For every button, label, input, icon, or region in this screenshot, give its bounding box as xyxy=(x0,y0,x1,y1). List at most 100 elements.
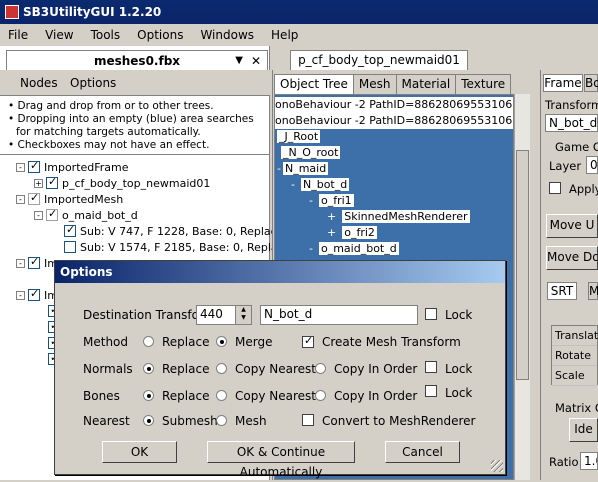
tree-node[interactable]: - o_maid_bot_d xyxy=(34,207,138,223)
pin-dropdown-icon[interactable]: ▼ xyxy=(235,55,243,66)
menu-view[interactable]: View xyxy=(45,28,73,42)
tree-node[interactable]: o_fri2 xyxy=(342,226,377,239)
destination-transform-name[interactable]: N_bot_d xyxy=(260,305,418,325)
collapse-icon[interactable]: - xyxy=(34,210,43,220)
tree-node[interactable]: o_maid_bot_d xyxy=(318,242,399,255)
convert-meshrenderer-checkbox[interactable] xyxy=(302,414,314,426)
right-document-tab[interactable]: p_cf_body_top_newmaid01 xyxy=(290,50,468,70)
tree-node-label: ImportedFrame xyxy=(44,160,129,174)
layer-input[interactable]: 0 xyxy=(586,156,598,174)
tree-checkbox[interactable] xyxy=(28,255,40,269)
collapse-icon[interactable]: - xyxy=(16,162,25,172)
tab-mesh[interactable]: Mesh xyxy=(352,74,397,94)
ok-continue-button[interactable]: OK & Continue Automatically xyxy=(207,441,355,479)
tree-node[interactable]: Sub: V 747, F 1228, Base: 0, Replace xyxy=(64,223,283,239)
collapse-icon[interactable]: - xyxy=(309,194,313,207)
move-up-button[interactable]: Move U xyxy=(546,214,598,238)
tree-scrollbar[interactable] xyxy=(514,94,530,480)
collapse-icon[interactable]: - xyxy=(16,194,25,204)
ok-button[interactable]: OK xyxy=(102,441,177,463)
collapse-icon[interactable]: - xyxy=(309,242,313,255)
grid-row-rotate[interactable]: Rotate xyxy=(552,346,597,366)
menu-windows[interactable]: Windows xyxy=(200,28,254,42)
menu-file[interactable]: File xyxy=(8,28,28,42)
nearest-label: Nearest xyxy=(83,414,130,428)
tree-node[interactable]: N_maid xyxy=(282,162,329,175)
nearest-mesh-radio[interactable] xyxy=(216,415,227,426)
tree-node[interactable]: - Im xyxy=(16,255,58,271)
menu-options[interactable]: Options xyxy=(137,28,183,42)
tab-bone[interactable]: Bo xyxy=(584,74,598,92)
identity-button[interactable]: Ide xyxy=(569,418,598,442)
cancel-button[interactable]: Cancel xyxy=(385,441,460,463)
tree-node[interactable]: _J_Root xyxy=(277,130,321,143)
collapse-icon[interactable]: - xyxy=(16,290,25,300)
create-mesh-transform-checkbox[interactable] xyxy=(302,334,314,348)
left-document-tab[interactable]: meshes0.fbx ▼ ✕ xyxy=(6,50,268,70)
tree-node[interactable]: N_bot_d xyxy=(300,178,350,191)
tab-frame[interactable]: Frame xyxy=(543,74,583,92)
tree-node[interactable]: + p_cf_body_top_newmaid01 xyxy=(34,175,210,191)
tree-checkbox[interactable] xyxy=(28,287,40,301)
apply-checkbox[interactable] xyxy=(549,182,561,194)
method-replace-radio[interactable] xyxy=(143,336,154,347)
tab-matrix[interactable]: M xyxy=(588,282,598,300)
collapse-icon[interactable]: - xyxy=(16,258,25,268)
tab-srt[interactable]: SRT xyxy=(547,282,577,300)
tab-nodes[interactable]: Nodes xyxy=(20,76,58,90)
resize-grip-icon[interactable] xyxy=(491,460,503,472)
info-line: for matching targets automatically. xyxy=(16,126,201,138)
tree-node[interactable]: onoBehaviour -2 PathID=88628069553106135… xyxy=(275,113,513,129)
tree-node[interactable]: o_fri1 xyxy=(318,194,354,207)
left-tabstrip: Nodes Options xyxy=(0,70,270,96)
tree-node[interactable]: - ImportedFrame xyxy=(16,159,129,175)
nearest-submesh-radio[interactable] xyxy=(143,415,154,426)
tree-checkbox[interactable] xyxy=(28,191,40,205)
ratio-input[interactable]: 1.0 xyxy=(580,452,598,470)
tree-node[interactable]: onoBehaviour -2 PathID=88628069553106135… xyxy=(275,97,513,113)
tree-checkbox[interactable] xyxy=(64,223,76,237)
tab-texture[interactable]: Texture xyxy=(455,74,512,94)
method-merge-radio[interactable] xyxy=(216,336,227,347)
expand-icon[interactable]: + xyxy=(327,226,336,239)
tree-checkbox[interactable] xyxy=(46,207,58,221)
srt-grid[interactable]: Translate Rotate Scale xyxy=(551,325,598,386)
menu-tools[interactable]: Tools xyxy=(91,28,121,42)
grid-row-translate[interactable]: Translate xyxy=(552,326,598,346)
tree-checkbox[interactable] xyxy=(28,159,40,173)
options-dialog: Options Destination Transform 440 ▲ ▼ N_b… xyxy=(54,260,506,479)
normals-lock-checkbox[interactable] xyxy=(425,361,437,373)
expand-icon[interactable]: + xyxy=(327,210,336,223)
bones-lock-checkbox[interactable] xyxy=(425,385,437,397)
expand-icon[interactable]: + xyxy=(34,178,43,188)
tab-object-tree[interactable]: Object Tree xyxy=(274,74,354,94)
grid-row-scale[interactable]: Scale xyxy=(552,366,597,386)
tab-material[interactable]: Material xyxy=(395,74,457,94)
tree-checkbox[interactable] xyxy=(46,175,58,189)
close-icon[interactable]: ✕ xyxy=(251,54,261,68)
normals-copy-nearest-radio[interactable] xyxy=(216,363,227,374)
left-document-title: meshes0.fbx xyxy=(93,53,181,68)
bones-copy-nearest-radio[interactable] xyxy=(216,390,227,401)
transform-name-input[interactable]: N_bot_d xyxy=(545,114,598,132)
tree-node[interactable]: Sub: V 1574, F 2185, Base: 0, Replac xyxy=(64,239,284,255)
tree-checkbox[interactable] xyxy=(64,241,76,253)
bones-replace-radio[interactable] xyxy=(143,390,154,401)
info-line: • Dropping into an empty (blue) area sea… xyxy=(8,113,254,125)
normals-copy-in-order-radio[interactable] xyxy=(315,363,326,374)
bones-copy-in-order-radio[interactable] xyxy=(315,390,326,401)
tree-node[interactable]: SkinnedMeshRenderer xyxy=(342,210,470,223)
tree-node[interactable]: - ImportedMesh xyxy=(16,191,123,207)
move-down-button[interactable]: Move Do xyxy=(546,246,598,270)
scrollbar-thumb[interactable] xyxy=(516,150,529,380)
tab-options[interactable]: Options xyxy=(70,76,116,90)
spinner-updown-icon[interactable]: ▲ ▼ xyxy=(235,306,251,324)
menu-help[interactable]: Help xyxy=(271,28,298,42)
lock-checkbox[interactable] xyxy=(425,308,437,320)
tree-node[interactable]: - Im xyxy=(16,287,58,303)
collapse-icon[interactable]: - xyxy=(277,162,281,175)
normals-replace-radio[interactable] xyxy=(143,363,154,374)
tree-node-label: ImportedMesh xyxy=(44,192,124,206)
collapse-icon[interactable]: - xyxy=(291,178,295,191)
tree-node[interactable]: _N_O_root xyxy=(281,146,341,159)
